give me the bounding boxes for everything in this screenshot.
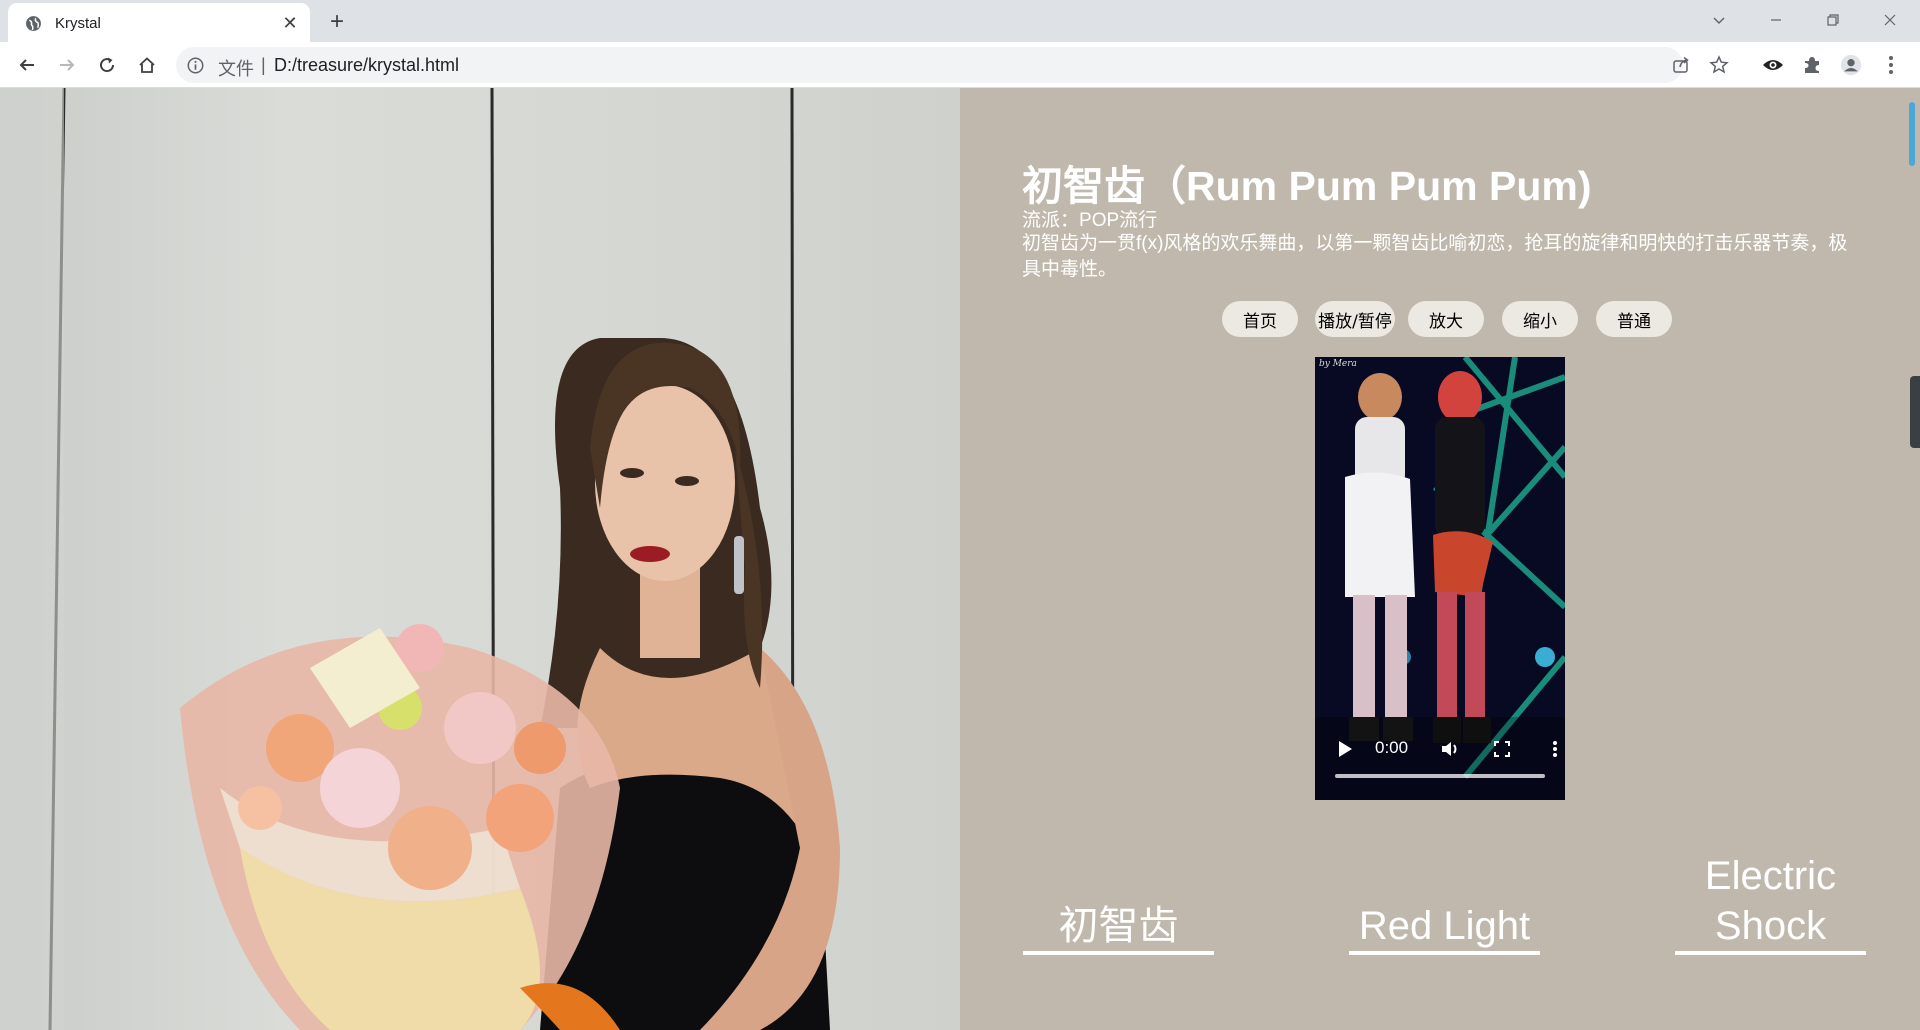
fullscreen-icon[interactable] (1493, 740, 1511, 758)
play-pause-button[interactable]: 播放/暂停 (1315, 301, 1395, 337)
song-description: 初智齿为一贯f(x)风格的欢乐舞曲，以第一颗智齿比喻初恋，抢耳的旋律和明快的打击… (1022, 233, 1848, 280)
tab-title: Krystal (55, 15, 101, 32)
new-tab-icon[interactable]: + (324, 8, 350, 35)
reload-icon[interactable] (93, 51, 121, 79)
restore-icon[interactable] (1820, 7, 1846, 33)
page-scrollbar[interactable] (1905, 88, 1920, 1030)
normal-size-button[interactable]: 普通 (1596, 301, 1672, 337)
genre-value: POP流行 (1079, 210, 1158, 231)
close-tab-icon[interactable]: ✕ (279, 12, 301, 34)
eye-extension-icon[interactable] (1762, 54, 1784, 76)
song-link-2[interactable]: Red Light (1349, 901, 1540, 955)
volume-icon[interactable] (1440, 739, 1460, 759)
song-content: 初智齿（Rum Pum Pum Pum) 流派：POP流行 初智齿为一贯f(x)… (960, 88, 1905, 1030)
home-button[interactable]: 首页 (1222, 301, 1298, 337)
browser-toolbar: 文件 | D:/treasure/krystal.html (0, 42, 1920, 88)
extensions-puzzle-icon[interactable] (1801, 54, 1823, 76)
home-icon[interactable] (133, 51, 161, 79)
song-link-1[interactable]: 初智齿 (1023, 901, 1214, 955)
share-icon[interactable] (1671, 55, 1691, 75)
back-icon[interactable] (13, 51, 41, 79)
video-credit: by Mera (1319, 359, 1357, 369)
close-window-icon[interactable] (1877, 7, 1903, 33)
minimize-icon[interactable] (1763, 7, 1789, 33)
forward-icon[interactable] (53, 51, 81, 79)
genre-label: 流派： (1022, 210, 1080, 231)
genre-line: 流派：POP流行 (1022, 205, 1157, 232)
tab-search-icon[interactable] (1706, 7, 1732, 33)
video-player[interactable]: by Mera 0:00 (1315, 357, 1565, 800)
video-menu-icon[interactable] (1552, 740, 1558, 758)
url-scheme-label: 文件 (218, 59, 254, 79)
tab-strip: Krystal ✕ + (0, 0, 1920, 42)
portrait-illustration (0, 88, 840, 1030)
video-frame (1315, 357, 1565, 800)
bookmark-star-icon[interactable] (1709, 55, 1729, 75)
portrait-photo (0, 88, 960, 1030)
url-text[interactable]: D:/treasure/krystal.html (274, 55, 459, 76)
page-viewport: 初智齿（Rum Pum Pum Pum) 流派：POP流行 初智齿为一贯f(x)… (0, 88, 1920, 1030)
profile-avatar-icon[interactable] (1840, 54, 1862, 76)
url-separator: | (261, 55, 266, 75)
zoom-in-button[interactable]: 放大 (1408, 301, 1484, 337)
song-link-3[interactable]: Electric Shock (1675, 851, 1866, 955)
scroll-thumb[interactable] (1909, 102, 1915, 166)
address-bar[interactable]: 文件 | D:/treasure/krystal.html (176, 47, 1729, 83)
song-title: 初智齿（Rum Pum Pum Pum) (1022, 163, 1592, 209)
menu-kebab-icon[interactable] (1880, 54, 1902, 76)
play-icon[interactable] (1337, 740, 1353, 758)
video-time: 0:00 (1375, 738, 1409, 757)
video-progress-bar[interactable] (1335, 774, 1545, 778)
globe-icon (26, 16, 41, 31)
zoom-out-button[interactable]: 缩小 (1502, 301, 1578, 337)
browser-tab[interactable]: Krystal ✕ (8, 3, 310, 42)
info-icon[interactable] (187, 57, 204, 74)
side-panel-tab[interactable] (1910, 376, 1920, 448)
